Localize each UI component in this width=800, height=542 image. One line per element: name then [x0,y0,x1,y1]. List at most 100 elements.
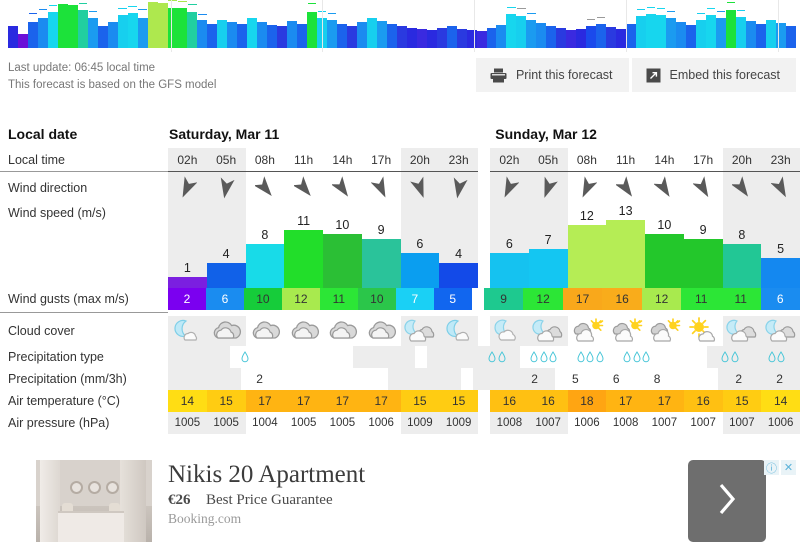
air-temperature-value: 17 [323,390,362,412]
wind-gust-value: 10 [243,288,282,310]
overview-bar-column [436,0,447,48]
local-time-cell[interactable]: 17h [683,148,723,172]
wind-speed-value: 1 [183,261,191,275]
wind-speed-cell: 7 [528,204,568,288]
overview-bar-column [616,0,627,48]
overview-wind-chart[interactable] [0,0,800,52]
precipitation-type-cell [230,346,261,368]
overview-bar-column [307,0,318,48]
wind-speed-bar [284,230,323,288]
local-time-cell[interactable]: 05h [206,148,246,172]
wind-speed-cell: 6 [400,204,440,288]
overview-bar [167,8,178,48]
overview-bar [586,26,597,48]
air-pressure-cell: 1007 [651,417,678,429]
wind-speed-cell: 8 [722,204,762,288]
wind-gust-cell: 9 [483,288,524,310]
ad-title[interactable]: Nikis 20 Apartment [168,460,662,490]
wind-speed-bar-wrap: 8 [245,204,285,288]
overview-bar-column [486,0,497,48]
precipitation-amount-cell [473,368,515,390]
cloud-cover-cell [400,316,440,346]
print-forecast-button[interactable]: Print this forecast [475,58,629,92]
overview-bar-column [446,0,457,48]
precipitation-type-cell [353,346,385,368]
local-time-cell[interactable]: 11h [606,148,645,172]
wind-gust-value: 11 [681,288,721,310]
overview-bar-column [665,0,676,48]
local-time-cell[interactable]: 05h [528,148,568,172]
overview-bar [336,24,347,48]
overview-bar [177,8,188,48]
ad-close-icon[interactable]: ✕ [781,460,796,475]
cloud-cover-icon-cloud-grey [291,321,319,339]
wind-gust-cell: 12 [523,288,563,310]
embed-forecast-button[interactable]: Embed this forecast [631,58,796,92]
local-time-cell[interactable]: 08h [567,148,607,172]
local-time-cell[interactable]: 17h [361,148,401,172]
precipitation-type-cell [427,346,474,368]
overview-bar-column [167,0,178,48]
precip-amount-cells-day-1: 256822 [473,368,800,390]
overview-bar-column [237,0,248,48]
row-label-local-date: Local date [8,126,78,142]
wind-speed-value: 10 [657,218,672,232]
ad-content[interactable]: Nikis 20 Apartment €26 Best Price Guaran… [36,460,766,542]
wind-direction-cell [439,172,478,204]
overview-bar [626,24,637,48]
overview-bar [576,29,587,48]
local-time-cell[interactable]: 02h [168,148,207,172]
wind-speed-value: 6 [505,237,513,251]
overview-bar [217,20,228,48]
wind-gust-cell: 11 [681,288,721,310]
ad-cta-button[interactable] [688,460,766,542]
cloud-cover-cell [528,316,568,346]
wind-speed-bar [645,234,684,288]
overview-bar-column [107,0,118,48]
overview-bar [57,4,68,48]
air-temperature-cell: 15 [206,390,246,412]
overview-bar [446,26,457,48]
row-label-precip-amount: Precipitation (mm/3h) [8,372,127,386]
air-temperature-cell: 15 [400,390,440,412]
wind-direction-cell [168,172,207,204]
precipitation-amount-cell [424,368,462,390]
wind-direction-arrow-icon [731,176,748,197]
local-time-cell[interactable]: 23h [761,148,800,172]
cloud-cover-icon-moon-cloud-mix [532,319,563,342]
ad-info-icon[interactable]: ⓘ [764,460,779,475]
local-time-cell[interactable]: 23h [439,148,478,172]
local-time-cell[interactable]: 14h [323,148,362,172]
wind-gusts-row: Wind gusts (max m/s) 2 6 10 12 11 10 7 5 9 12 17 1… [0,288,800,310]
wind-speed-bar [761,258,800,288]
overview-bar-column [77,0,88,48]
overview-bar-column [87,0,98,48]
day-gap [478,316,490,346]
overview-bar-column [735,0,746,48]
local-time-cell[interactable]: 08h [245,148,285,172]
raindrop-icon [530,351,538,363]
raindrop-icon [731,351,739,363]
overview-gust-tick [128,5,137,7]
wind-speed-value: 13 [618,204,633,218]
local-time-cell[interactable]: 14h [645,148,684,172]
overview-bar [386,24,397,48]
row-label-wind-direction: Wind direction [8,181,88,195]
overview-gust-tick [88,10,97,12]
row-label-precip-type: Precipitation type [8,350,104,364]
overview-bar-column [526,0,537,48]
overview-bar-column [675,0,686,48]
local-time-cell[interactable]: 20h [400,148,440,172]
local-time-cell[interactable]: 11h [284,148,323,172]
precipitation-type-cell [660,346,707,368]
cloud-cover-cell [490,316,529,346]
air-temperature-cell: 16 [683,390,723,412]
overview-bar-column [127,0,138,48]
local-time-cell[interactable]: 20h [722,148,762,172]
wind-speed-value: 8 [738,228,746,242]
advertisement[interactable]: Nikis 20 Apartment €26 Best Price Guaran… [0,450,800,542]
air-temperature-value: 15 [439,390,478,412]
precipitation-amount-row: Precipitation (mm/3h) 2 256822 [0,368,800,390]
cloud-cover-icon-cloud-grey [252,321,280,339]
local-time-cell[interactable]: 02h [490,148,529,172]
